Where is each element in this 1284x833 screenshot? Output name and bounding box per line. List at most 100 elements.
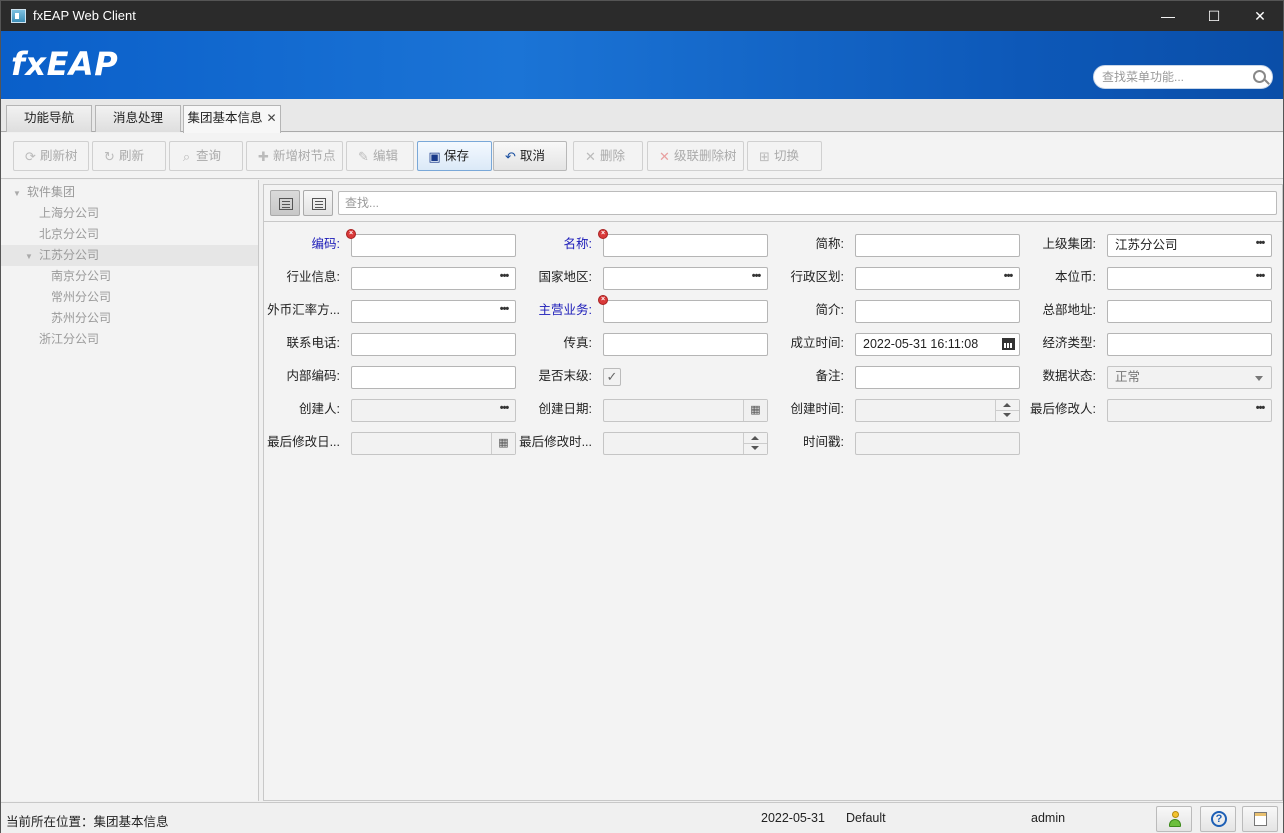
switch-button[interactable]: ⊞ 切换 [747, 141, 822, 171]
close-tab-icon[interactable]: ✕ [266, 111, 276, 125]
tree-node[interactable]: 苏州分公司 [51, 308, 253, 329]
creator-field[interactable]: ••• [351, 399, 516, 422]
expand-arrow-icon[interactable]: ▼ [25, 246, 39, 267]
parent-group-field[interactable]: 江苏分公司 ••• [1107, 234, 1272, 257]
data-status-select[interactable]: 正常 [1107, 366, 1272, 389]
more-icon[interactable]: ••• [1250, 401, 1270, 420]
undo-icon: ↶ [505, 149, 516, 164]
field-search-input[interactable] [345, 195, 1245, 211]
floppy-disk-icon: ▣ [428, 149, 441, 164]
title-bar: fxEAP Web Client — ☐ ✕ [1, 1, 1283, 31]
remark-field[interactable] [855, 366, 1020, 389]
calendar-icon[interactable]: ▦ [743, 400, 767, 421]
refresh-tree-button[interactable]: ⟳ 刷新树 [13, 141, 89, 171]
chevron-down-icon [1255, 376, 1263, 381]
refresh-tree-icon: ⟳ [25, 149, 36, 164]
industry-field[interactable]: ••• [351, 267, 516, 290]
spinner-icon[interactable] [743, 433, 767, 454]
notepad-icon [1254, 812, 1267, 826]
menu-search-input[interactable] [1102, 69, 1252, 85]
hq-address-field[interactable] [1107, 300, 1272, 323]
tree-node[interactable]: 南京分公司 [51, 266, 253, 287]
delete-button[interactable]: ✕ 删除 [573, 141, 643, 171]
tab-function-nav[interactable]: 功能导航 [6, 105, 92, 132]
tree-node[interactable]: 北京分公司 [39, 224, 253, 245]
last-modifier-field[interactable]: ••• [1107, 399, 1272, 422]
tree-node-label: 江苏分公司 [39, 248, 100, 262]
intro-field[interactable] [855, 300, 1020, 323]
main-business-field[interactable] [603, 300, 768, 323]
tree-node[interactable]: 常州分公司 [51, 287, 253, 308]
data-status-value: 正常 [1115, 370, 1141, 384]
tab-messages[interactable]: 消息处理 [95, 105, 181, 132]
search-icon: ⌕ [182, 149, 191, 164]
add-tree-node-button[interactable]: ✚ 新增树节点 [246, 141, 343, 171]
name-field[interactable] [603, 234, 768, 257]
maximize-button[interactable]: ☐ [1191, 1, 1237, 31]
toolbar: ⟳ 刷新树 ↻ 刷新 ⌕ 查询 ✚ 新增树节点 ✎ 编辑 ▣ 保存 ↶ 取消 ✕ 删除 ✕ 级联删… [1, 133, 1283, 179]
error-icon: × [598, 229, 608, 239]
code-field[interactable] [351, 234, 516, 257]
timestamp-field[interactable] [855, 432, 1020, 455]
more-icon[interactable]: ••• [1250, 269, 1270, 288]
creator-label: 创建人: [299, 402, 340, 416]
fax-field[interactable] [603, 333, 768, 356]
list-view-button[interactable] [270, 190, 300, 216]
search-icon[interactable] [1253, 70, 1266, 83]
last-mod-time-field[interactable] [603, 432, 768, 455]
main-business-label: 主营业务: [538, 303, 592, 317]
minimize-button[interactable]: — [1145, 1, 1191, 31]
tree-node[interactable]: 浙江分公司 [39, 329, 253, 350]
help-button[interactable]: ? [1200, 806, 1236, 832]
short-name-field[interactable] [855, 234, 1020, 257]
refresh-icon: ↻ [104, 149, 115, 164]
tree-node[interactable]: 上海分公司 [39, 203, 253, 224]
close-window-button[interactable]: ✕ [1237, 1, 1283, 31]
last-mod-date-field[interactable]: ▦ [351, 432, 516, 455]
phone-field[interactable] [351, 333, 516, 356]
button-label: 刷新 [119, 149, 145, 163]
notes-button[interactable] [1242, 806, 1278, 832]
fax-label: 传真: [563, 336, 592, 350]
more-icon[interactable]: ••• [494, 302, 514, 321]
detail-view-button[interactable] [303, 190, 333, 216]
more-icon[interactable]: ••• [998, 269, 1018, 288]
tab-group-info[interactable]: 集团基本信息 ✕ [183, 105, 281, 133]
button-label: 取消 [520, 149, 546, 163]
more-icon[interactable]: ••• [494, 401, 514, 420]
parent-group-value: 江苏分公司 [1115, 238, 1178, 252]
menu-search-box [1093, 65, 1273, 89]
fx-rate-field[interactable]: ••• [351, 300, 516, 323]
button-label: 刷新树 [40, 149, 78, 163]
more-icon[interactable]: ••• [1250, 236, 1270, 255]
more-icon[interactable]: ••• [746, 269, 766, 288]
save-button[interactable]: ▣ 保存 [417, 141, 492, 171]
tree-node[interactable]: ▼ 软件集团 [13, 182, 253, 203]
calendar-icon[interactable]: ▦ [491, 433, 515, 454]
economy-type-field[interactable] [1107, 333, 1272, 356]
button-label: 保存 [444, 149, 470, 163]
tree-node-selected[interactable]: ▼ 江苏分公司 [1, 245, 258, 266]
error-icon: × [346, 229, 356, 239]
more-icon[interactable]: ••• [494, 269, 514, 288]
expand-arrow-icon[interactable]: ▼ [13, 183, 27, 204]
user-profile-button[interactable] [1156, 806, 1192, 832]
cascade-delete-button[interactable]: ✕ 级联删除树 [647, 141, 744, 171]
country-field[interactable]: ••• [603, 267, 768, 290]
founded-field[interactable]: 2022-05-31 16:11:08 [855, 333, 1020, 356]
spinner-icon[interactable] [995, 400, 1019, 421]
button-label: 删除 [600, 149, 626, 163]
is-leaf-checkbox[interactable]: ✓ [603, 368, 621, 386]
tree-node-label: 浙江分公司 [39, 332, 100, 346]
query-button[interactable]: ⌕ 查询 [169, 141, 243, 171]
region-field[interactable]: ••• [855, 267, 1020, 290]
create-time-field[interactable] [855, 399, 1020, 422]
create-date-field[interactable]: ▦ [603, 399, 768, 422]
cancel-button[interactable]: ↶ 取消 [493, 141, 567, 171]
edit-button[interactable]: ✎ 编辑 [346, 141, 414, 171]
currency-field[interactable]: ••• [1107, 267, 1272, 290]
detail-view-icon [312, 198, 326, 210]
calendar-icon[interactable] [1002, 338, 1015, 350]
refresh-button[interactable]: ↻ 刷新 [92, 141, 166, 171]
internal-code-field[interactable] [351, 366, 516, 389]
